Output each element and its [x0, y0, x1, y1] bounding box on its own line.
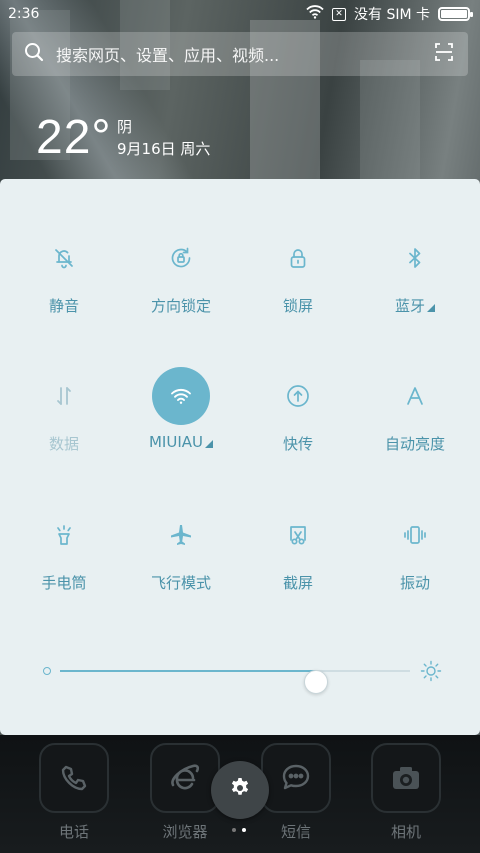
wifi-icon: [152, 367, 210, 425]
tile-rotation-lock[interactable]: 方向锁定: [123, 229, 239, 329]
dock-app-browser[interactable]: 浏览器: [150, 743, 220, 843]
search-input[interactable]: 搜索网页、设置、应用、视频...: [56, 42, 422, 66]
share-upload-icon: [269, 367, 327, 425]
tile-label: 方向锁定: [150, 297, 211, 315]
tile-label: MIUIAU: [149, 433, 213, 451]
brightness-high-icon: [420, 660, 442, 682]
vibrate-icon: [386, 506, 444, 564]
brightness-track[interactable]: [60, 670, 410, 694]
tile-airplane-mode[interactable]: 飞行模式: [123, 506, 239, 606]
page-dot: [232, 828, 236, 832]
expand-corner-icon: [427, 303, 435, 312]
messages-icon: [261, 743, 331, 813]
tile-silent[interactable]: 静音: [6, 229, 122, 329]
airplane-icon: [152, 506, 210, 564]
quick-settings-panel: 静音 方向锁定 锁屏 蓝牙 数据 MIUIAU 快传 自动亮度 手电筒 飞行模式…: [0, 179, 480, 735]
tile-label: 快传: [282, 435, 313, 453]
flashlight-icon: [35, 506, 93, 564]
brightness-fill: [60, 670, 316, 672]
wifi-status-icon: [306, 5, 324, 23]
tile-auto-brightness[interactable]: 自动亮度: [357, 367, 473, 467]
tile-mobile-data[interactable]: 数据: [6, 367, 122, 467]
gear-icon: [228, 776, 252, 804]
tile-wifi[interactable]: MIUIAU: [123, 367, 239, 467]
scan-icon[interactable]: [434, 42, 454, 66]
dock-app-camera[interactable]: 相机: [371, 743, 441, 843]
tile-vibrate[interactable]: 振动: [357, 506, 473, 606]
screenshot-icon: [269, 506, 327, 564]
carrier-text: 没有 SIM 卡: [354, 7, 430, 23]
bell-off-icon: [35, 229, 93, 287]
tile-label-text: MIUIAU: [148, 433, 203, 451]
tile-bluetooth[interactable]: 蓝牙: [357, 229, 473, 329]
camera-icon: [371, 743, 441, 813]
expand-corner-icon: [205, 440, 213, 448]
tile-quick-share[interactable]: 快传: [240, 367, 356, 467]
browser-icon: [150, 743, 220, 813]
search-bar[interactable]: 搜索网页、设置、应用、视频...: [12, 32, 468, 76]
phone-icon: [39, 743, 109, 813]
tile-lock-screen[interactable]: 锁屏: [240, 229, 356, 329]
status-time: 2:36: [8, 6, 40, 22]
brightness-thumb[interactable]: [303, 670, 328, 694]
tile-label: 锁屏: [282, 297, 313, 315]
tile-label: 飞行模式: [150, 574, 211, 592]
dock-app-phone[interactable]: 电话: [39, 743, 109, 843]
tile-label: 数据: [48, 435, 79, 453]
dock-label: 短信: [280, 823, 311, 841]
dock-label: 浏览器: [162, 823, 208, 841]
dock-label: 电话: [58, 823, 89, 841]
tile-screenshot[interactable]: 截屏: [240, 506, 356, 606]
status-bar: 2:36 ✕ 没有 SIM 卡: [0, 0, 480, 28]
weather-condition: 阴: [117, 118, 133, 136]
tile-label: 振动: [399, 574, 430, 592]
battery-icon: [438, 7, 473, 21]
tile-label-text: 蓝牙: [394, 297, 425, 315]
page-indicator: [232, 828, 246, 832]
no-sim-icon: ✕: [332, 7, 346, 21]
tile-label: 自动亮度: [384, 435, 445, 453]
battery-fill: [441, 10, 467, 18]
brightness-low-icon: [43, 667, 51, 675]
status-icons: ✕ 没有 SIM 卡: [306, 4, 473, 24]
dock-label: 相机: [390, 823, 421, 841]
bluetooth-icon: [386, 229, 444, 287]
weather-date: 9月16日 周六: [117, 140, 211, 158]
building-shape: [360, 60, 420, 180]
weather-temperature[interactable]: 22°: [36, 110, 112, 165]
dock-app-messages[interactable]: 短信: [261, 743, 331, 843]
auto-brightness-icon: [386, 367, 444, 425]
search-icon: [24, 42, 44, 66]
rotation-lock-icon: [152, 229, 210, 287]
settings-button[interactable]: [211, 761, 269, 819]
lock-icon: [269, 229, 327, 287]
tile-label: 截屏: [282, 574, 313, 592]
tile-label: 手电筒: [41, 574, 87, 592]
mobile-data-icon: [35, 367, 93, 425]
tile-label: 静音: [48, 297, 79, 315]
tile-label: 蓝牙: [395, 295, 435, 316]
tile-flashlight[interactable]: 手电筒: [6, 506, 122, 606]
page-dot-active: [242, 828, 246, 832]
brightness-slider[interactable]: [40, 659, 450, 694]
